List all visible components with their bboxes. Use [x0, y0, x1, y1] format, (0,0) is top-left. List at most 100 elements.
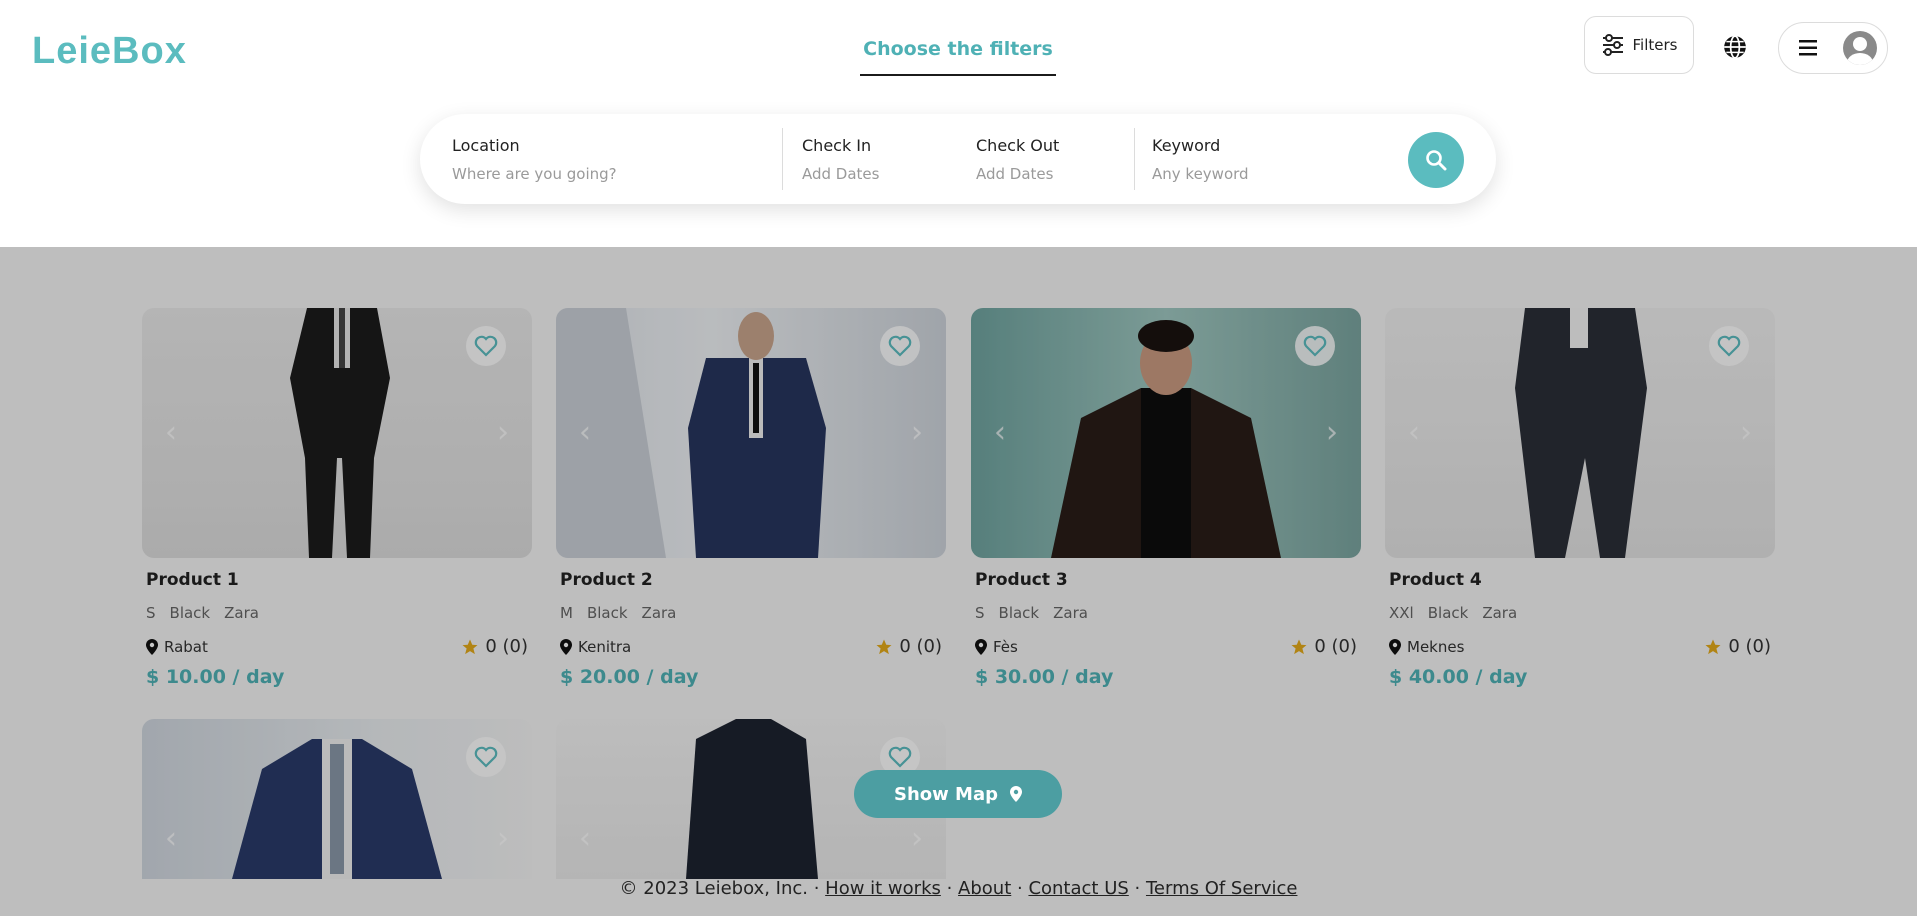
color-tag: Black	[998, 604, 1040, 622]
check-in-label: Check In	[802, 136, 872, 155]
prev-arrow-icon[interactable]: ‹	[1399, 418, 1429, 448]
product-tags: M Black Zara	[560, 604, 676, 622]
prev-arrow-icon[interactable]: ‹	[570, 824, 600, 854]
location-field[interactable]: Location Where are you going?	[452, 136, 617, 183]
next-arrow-icon[interactable]: ›	[488, 824, 518, 854]
heart-icon	[474, 746, 498, 768]
favorite-button[interactable]	[466, 737, 506, 777]
footer-link-about[interactable]: About	[958, 878, 1011, 899]
location-text: Meknes	[1407, 638, 1465, 656]
product-title[interactable]: Product 3	[975, 570, 1068, 590]
keyword-label: Keyword	[1152, 136, 1221, 155]
product-rating: 0 (0)	[1290, 636, 1357, 657]
heart-icon	[474, 335, 498, 357]
footer-link-contact[interactable]: Contact US	[1028, 878, 1128, 899]
product-rating: 0 (0)	[1704, 636, 1771, 657]
sliders-icon	[1602, 34, 1623, 56]
rating-text: 0 (0)	[1314, 636, 1357, 657]
product-tags: XXl Black Zara	[1389, 604, 1517, 622]
favorite-button[interactable]	[880, 326, 920, 366]
product-image[interactable]: ‹ ›	[142, 719, 532, 879]
location-pin-icon	[560, 639, 572, 655]
copyright: © 2023 Leiebox, Inc.	[619, 878, 808, 899]
product-location: Fès	[975, 638, 1018, 656]
favorite-button[interactable]	[1295, 326, 1335, 366]
heart-icon	[888, 335, 912, 357]
location-pin-icon	[975, 639, 987, 655]
product-price: $ 30.00 / day	[975, 666, 1114, 688]
footer-link-how-it-works[interactable]: How it works	[825, 878, 941, 899]
rating-text: 0 (0)	[485, 636, 528, 657]
footer: © 2023 Leiebox, Inc. · How it works · Ab…	[619, 878, 1298, 899]
favorite-button[interactable]	[466, 326, 506, 366]
location-text: Rabat	[164, 638, 208, 656]
next-arrow-icon[interactable]: ›	[1317, 418, 1347, 448]
prev-arrow-icon[interactable]: ‹	[156, 418, 186, 448]
product-title[interactable]: Product 2	[560, 570, 653, 590]
divider	[782, 128, 783, 190]
color-tag: Black	[586, 604, 628, 622]
tab-choose-filters[interactable]: Choose the filters	[860, 38, 1056, 76]
search-bar: Location Where are you going? Check In A…	[420, 114, 1496, 204]
brand-tag: Zara	[224, 604, 259, 622]
check-out-field[interactable]: Check Out Add Dates	[976, 136, 1059, 183]
next-arrow-icon[interactable]: ›	[902, 824, 932, 854]
check-out-placeholder: Add Dates	[976, 165, 1054, 183]
product-info: Product 4 XXl Black Zara Meknes 0 (0) $ …	[1385, 558, 1775, 688]
show-map-button[interactable]: Show Map	[854, 770, 1062, 818]
prev-arrow-icon[interactable]: ‹	[570, 418, 600, 448]
star-icon	[876, 639, 892, 654]
product-rating: 0 (0)	[461, 636, 528, 657]
favorite-button[interactable]	[1709, 326, 1749, 366]
prev-arrow-icon[interactable]: ‹	[985, 418, 1015, 448]
keyword-field[interactable]: Keyword Any keyword	[1152, 136, 1249, 183]
show-map-label: Show Map	[894, 783, 998, 805]
logo-text: LeieBox	[32, 30, 187, 72]
logo[interactable]: LeieBox	[32, 30, 187, 73]
product-location: Rabat	[146, 638, 208, 656]
filters-button[interactable]: Filters	[1584, 16, 1694, 74]
filters-label: Filters	[1632, 36, 1678, 54]
product-title[interactable]: Product 1	[146, 570, 239, 590]
size-tag: S	[146, 604, 156, 622]
product-location: Kenitra	[560, 638, 631, 656]
brand-tag: Zara	[1053, 604, 1088, 622]
search-button[interactable]	[1408, 132, 1464, 188]
search-icon	[1426, 150, 1447, 171]
globe-icon[interactable]	[1722, 34, 1748, 60]
product-info: Product 2 M Black Zara Kenitra 0 (0) $ 2…	[556, 558, 946, 688]
product-info: Product 1 S Black Zara Rabat 0 (0) $ 10.…	[142, 558, 532, 688]
rating-text: 0 (0)	[899, 636, 942, 657]
product-location: Meknes	[1389, 638, 1464, 656]
check-in-field[interactable]: Check In Add Dates	[802, 136, 879, 183]
product-image[interactable]: ‹ ›	[142, 308, 532, 558]
user-menu-button[interactable]	[1778, 22, 1888, 74]
product-price: $ 40.00 / day	[1389, 666, 1528, 688]
location-placeholder: Where are you going?	[452, 165, 617, 183]
heart-icon	[1303, 335, 1327, 357]
rating-text: 0 (0)	[1728, 636, 1771, 657]
color-tag: Black	[169, 604, 211, 622]
hamburger-icon	[1799, 40, 1817, 56]
location-pin-icon	[146, 639, 158, 655]
check-out-label: Check Out	[976, 136, 1060, 155]
next-arrow-icon[interactable]: ›	[902, 418, 932, 448]
location-pin-icon	[1389, 639, 1401, 655]
size-tag: S	[975, 604, 985, 622]
next-arrow-icon[interactable]: ›	[1731, 418, 1761, 448]
product-image[interactable]: ‹ ›	[971, 308, 1361, 558]
product-image[interactable]: ‹ ›	[556, 308, 946, 558]
header: LeieBox Choose the filters Filters Locat…	[0, 0, 1917, 247]
product-price: $ 10.00 / day	[146, 666, 285, 688]
location-label: Location	[452, 136, 520, 155]
avatar	[1843, 31, 1877, 65]
location-text: Kenitra	[578, 638, 632, 656]
product-image[interactable]: ‹ ›	[1385, 308, 1775, 558]
location-pin-icon	[1009, 786, 1022, 802]
prev-arrow-icon[interactable]: ‹	[156, 824, 186, 854]
next-arrow-icon[interactable]: ›	[488, 418, 518, 448]
brand-tag: Zara	[641, 604, 677, 622]
product-info: Product 3 S Black Zara Fès 0 (0) $ 30.00…	[971, 558, 1361, 688]
footer-link-terms[interactable]: Terms Of Service	[1146, 878, 1297, 899]
product-title[interactable]: Product 4	[1389, 570, 1482, 590]
